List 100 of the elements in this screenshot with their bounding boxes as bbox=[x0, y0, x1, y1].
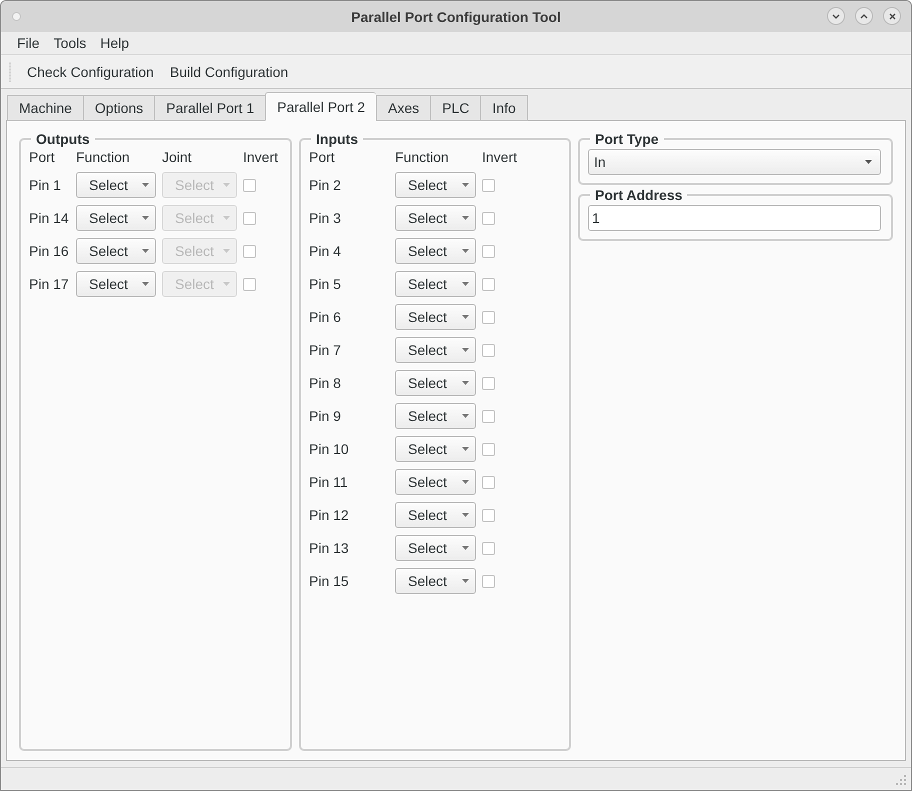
pin-label: Pin 11 bbox=[309, 474, 349, 490]
column-header: Invert bbox=[243, 149, 280, 165]
caret-icon bbox=[462, 513, 469, 517]
column-header: Port bbox=[309, 149, 336, 165]
column-header: Function bbox=[395, 149, 450, 165]
caret-icon bbox=[462, 315, 469, 319]
select-dropdown[interactable]: Select bbox=[76, 271, 156, 297]
pin-label: Pin 15 bbox=[309, 573, 350, 589]
menu-item[interactable]: Help bbox=[93, 35, 136, 51]
caret-icon bbox=[462, 249, 469, 253]
select-dropdown[interactable]: Select bbox=[395, 271, 476, 297]
caret-icon bbox=[142, 249, 149, 253]
group-title: Port Type bbox=[594, 131, 660, 147]
select-dropdown[interactable]: Select bbox=[76, 172, 156, 198]
invert-checkbox[interactable] bbox=[482, 476, 495, 488]
invert-checkbox[interactable] bbox=[482, 244, 495, 258]
window-menu-dot[interactable] bbox=[12, 12, 21, 21]
invert-checkbox[interactable] bbox=[243, 244, 256, 258]
caret-icon bbox=[223, 183, 230, 187]
invert-checkbox[interactable] bbox=[482, 410, 495, 422]
toolbar-button[interactable]: Check Configuration bbox=[19, 60, 162, 84]
invert-checkbox[interactable] bbox=[243, 278, 256, 290]
pin-label: Pin 8 bbox=[309, 375, 342, 391]
caret-icon bbox=[462, 414, 469, 418]
minimize-button[interactable] bbox=[827, 7, 845, 25]
invert-checkbox[interactable] bbox=[482, 542, 495, 554]
invert-checkbox[interactable] bbox=[482, 310, 495, 324]
invert-checkbox[interactable] bbox=[482, 178, 495, 192]
invert-checkbox[interactable] bbox=[482, 574, 495, 588]
caret-icon bbox=[462, 447, 469, 451]
tab[interactable]: PLC bbox=[430, 95, 480, 121]
pin-label: Pin 10 bbox=[309, 441, 350, 457]
column-header: Function bbox=[76, 149, 131, 165]
group-title: Outputs bbox=[35, 131, 91, 147]
caret-icon bbox=[142, 282, 149, 286]
pin-label: Pin 7 bbox=[309, 342, 342, 358]
pin-label: Pin 9 bbox=[309, 408, 342, 424]
close-button[interactable] bbox=[883, 7, 901, 25]
select-dropdown[interactable]: Select bbox=[395, 337, 476, 363]
group-title: Inputs bbox=[315, 131, 359, 147]
chevron-up-icon bbox=[860, 14, 868, 18]
select-dropdown[interactable]: Select bbox=[76, 238, 156, 264]
caret-icon bbox=[462, 480, 469, 484]
caret-icon bbox=[462, 348, 469, 352]
pin-label: Pin 12 bbox=[309, 507, 350, 523]
column-header: Invert bbox=[482, 149, 518, 165]
tab[interactable]: Parallel Port 1 bbox=[154, 95, 266, 121]
invert-checkbox[interactable] bbox=[482, 278, 495, 290]
tab[interactable]: Info bbox=[480, 95, 528, 121]
tab[interactable]: Axes bbox=[376, 95, 430, 121]
select-dropdown[interactable]: Select bbox=[395, 469, 476, 495]
pin-label: Pin 6 bbox=[309, 309, 342, 325]
column-header: Port bbox=[29, 149, 56, 165]
port-address-field[interactable]: 1 bbox=[588, 205, 881, 231]
tab[interactable]: Parallel Port 2 bbox=[265, 92, 376, 121]
select-dropdown[interactable]: Select bbox=[76, 205, 156, 231]
toolbar-button[interactable]: Build Configuration bbox=[162, 60, 296, 84]
invert-checkbox[interactable] bbox=[482, 508, 495, 522]
caret-icon bbox=[865, 160, 872, 164]
port-type-dropdown[interactable]: In bbox=[588, 149, 881, 175]
tab[interactable]: Options bbox=[82, 95, 154, 121]
select-dropdown[interactable]: Select bbox=[395, 370, 476, 396]
select-dropdown[interactable]: Select bbox=[395, 172, 476, 198]
window-title: Parallel Port Configuration Tool bbox=[351, 8, 561, 24]
pin-label: Pin 3 bbox=[309, 210, 342, 226]
select-dropdown[interactable]: Select bbox=[395, 535, 476, 561]
pin-label: Pin 17 bbox=[29, 276, 70, 292]
invert-checkbox[interactable] bbox=[482, 344, 495, 356]
caret-icon bbox=[142, 183, 149, 187]
select-dropdown[interactable]: Select bbox=[395, 502, 476, 528]
maximize-button[interactable] bbox=[855, 7, 873, 25]
pin-label: Pin 2 bbox=[309, 177, 342, 193]
caret-icon bbox=[142, 216, 149, 220]
invert-checkbox[interactable] bbox=[243, 178, 256, 192]
pin-label: Pin 5 bbox=[309, 276, 342, 292]
pin-label: Pin 4 bbox=[309, 243, 342, 259]
resize-grip-icon[interactable] bbox=[895, 774, 907, 786]
chevron-down-icon bbox=[832, 14, 840, 18]
select-dropdown[interactable]: Select bbox=[395, 436, 476, 462]
caret-icon bbox=[462, 183, 469, 187]
invert-checkbox[interactable] bbox=[243, 212, 256, 224]
select-dropdown[interactable]: Select bbox=[395, 238, 476, 264]
caret-icon bbox=[223, 216, 230, 220]
invert-checkbox[interactable] bbox=[482, 442, 495, 456]
select-dropdown[interactable]: Select bbox=[395, 304, 476, 330]
pin-label: Pin 14 bbox=[29, 210, 70, 226]
menu-item[interactable]: File bbox=[10, 35, 47, 51]
caret-icon bbox=[223, 282, 230, 286]
caret-icon bbox=[462, 282, 469, 286]
invert-checkbox[interactable] bbox=[482, 376, 495, 390]
group-title: Port Address bbox=[594, 187, 684, 203]
pin-label: Pin 13 bbox=[309, 540, 350, 556]
tab[interactable]: Machine bbox=[7, 95, 83, 121]
invert-checkbox[interactable] bbox=[482, 212, 495, 224]
caret-icon bbox=[462, 381, 469, 385]
menu-item[interactable]: Tools bbox=[46, 35, 94, 51]
select-dropdown[interactable]: Select bbox=[395, 205, 476, 231]
caret-icon bbox=[462, 216, 469, 220]
select-dropdown[interactable]: Select bbox=[395, 568, 476, 594]
select-dropdown[interactable]: Select bbox=[395, 403, 476, 429]
